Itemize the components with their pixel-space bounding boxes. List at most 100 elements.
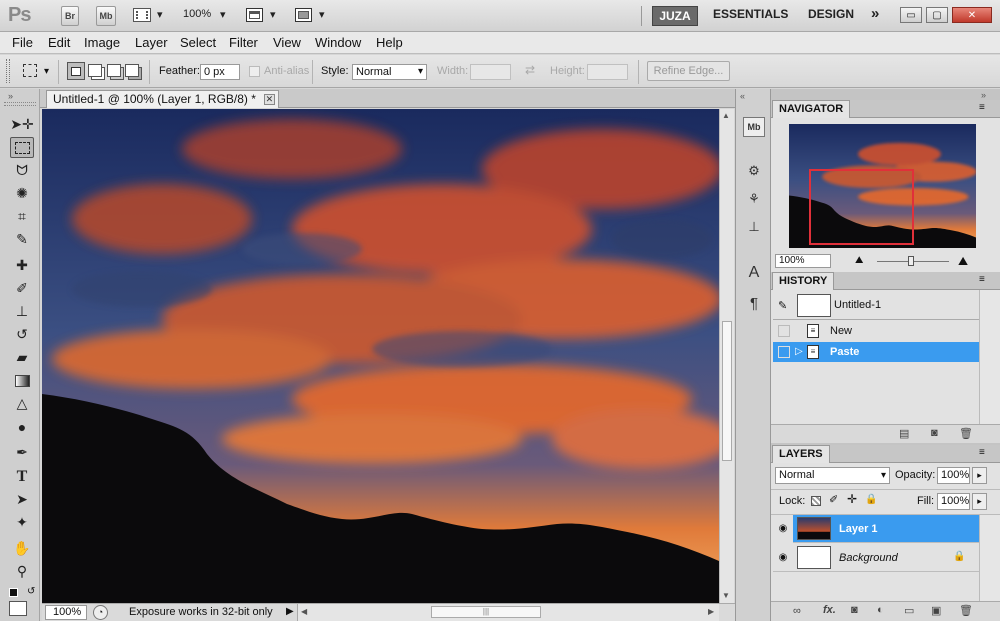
history-step-selected[interactable]: ▷ ≡ Paste [773, 342, 979, 362]
intersect-selection-icon[interactable] [125, 64, 139, 77]
character-panel-icon[interactable]: A [743, 263, 765, 283]
arrange-dropdown-icon[interactable]: ▾ [270, 8, 276, 21]
history-brush-source-icon[interactable]: ✎ [778, 299, 787, 312]
scroll-up-icon[interactable]: ▲ [722, 111, 730, 120]
path-select-icon[interactable]: ➤ [10, 489, 34, 510]
healing-icon[interactable]: ✚ [10, 255, 34, 276]
navigator-zoom-handle[interactable] [908, 256, 914, 266]
menu-file[interactable]: File [12, 35, 33, 50]
layer-visibility-eye-icon[interactable]: ◉ [773, 515, 793, 543]
blend-mode-select[interactable]: Normal ▾ [775, 467, 890, 484]
more-workspaces-icon[interactable]: » [871, 5, 879, 22]
style-select[interactable]: Normal ▾ [352, 64, 427, 80]
zoom-icon[interactable]: ⚲ [10, 561, 34, 582]
lock-transparent-icon[interactable] [811, 496, 821, 506]
clone-source-icon[interactable]: ⊥ [743, 217, 765, 237]
mini-bridge-button[interactable]: Mb [96, 6, 116, 26]
horizontal-scroll-thumb[interactable]: ||| [431, 606, 541, 618]
screen-mode-icon[interactable] [295, 8, 312, 22]
layer-visibility-eye-icon[interactable]: ◉ [773, 544, 793, 572]
menu-window[interactable]: Window [315, 35, 361, 50]
dock-expand-icon[interactable]: « [740, 91, 745, 101]
menu-edit[interactable]: Edit [48, 35, 70, 50]
refine-edge-button[interactable]: Refine Edge... [647, 61, 730, 81]
new-layer-icon[interactable]: ▣ [931, 604, 941, 617]
panels-collapse-icon[interactable]: » [981, 90, 986, 100]
zoom-in-icon[interactable]: ⛰ [958, 254, 968, 269]
pen-icon[interactable]: ✒ [10, 442, 34, 463]
workspace-juza[interactable]: JUZA [652, 6, 698, 26]
new-document-from-state-icon[interactable]: ▤ [899, 427, 909, 440]
navigator-thumbnail[interactable] [789, 124, 976, 248]
layers-scrollbar[interactable] [979, 515, 1000, 601]
brush-icon[interactable]: ✐ [10, 278, 34, 299]
restore-button[interactable]: ▢ [926, 7, 948, 23]
zoom-level[interactable]: 100% [183, 8, 211, 20]
navigator-menu-icon[interactable]: ≡ [979, 102, 985, 113]
workspace-design[interactable]: DESIGN [808, 7, 854, 21]
type-icon[interactable]: T [10, 466, 34, 487]
vertical-scrollbar[interactable]: ▲ ▼ [719, 109, 734, 603]
lasso-icon[interactable]: ᗢ [10, 160, 34, 181]
document-canvas[interactable] [42, 109, 719, 603]
width-input[interactable] [470, 64, 511, 80]
history-scrollbar[interactable] [979, 290, 1000, 424]
navigator-tab[interactable]: NAVIGATOR [772, 100, 851, 118]
crop-icon[interactable]: ⌗ [10, 206, 34, 227]
menu-layer[interactable]: Layer [135, 35, 168, 50]
navigator-viewbox[interactable] [809, 169, 914, 245]
feather-input[interactable]: 0 px [200, 64, 240, 80]
history-source-box[interactable] [778, 346, 790, 358]
height-input[interactable] [587, 64, 628, 80]
history-source-box[interactable] [778, 325, 790, 337]
workspace-essentials[interactable]: ESSENTIALS [713, 7, 788, 21]
antialias-checkbox[interactable] [249, 66, 260, 77]
background-color-swatch[interactable] [9, 601, 27, 616]
navigator-zoom-input[interactable]: 100% [775, 254, 831, 268]
horizontal-scrollbar[interactable]: ◀ ||| ▶ [297, 604, 719, 621]
fill-input[interactable]: 100% [937, 493, 970, 510]
status-zoom[interactable]: 100% [45, 605, 87, 620]
adjustment-layer-icon[interactable]: ◐ [877, 604, 884, 616]
subtract-from-selection-icon[interactable] [107, 64, 121, 77]
opacity-slider-icon[interactable]: ▸ [972, 467, 987, 484]
eyedropper-icon[interactable]: ✎ [10, 229, 34, 250]
close-document-icon[interactable]: ✕ [263, 94, 275, 105]
stamp-icon[interactable]: ⊥ [10, 301, 34, 322]
fill-slider-icon[interactable]: ▸ [972, 493, 987, 510]
bridge-button[interactable]: Br [61, 6, 79, 26]
zoom-dropdown-icon[interactable]: ▾ [220, 8, 226, 21]
arrange-documents-icon[interactable] [246, 8, 263, 22]
history-state-slider-icon[interactable]: ▷ [795, 342, 803, 362]
lock-all-icon[interactable]: 🔒 [865, 494, 877, 505]
vertical-scroll-thumb[interactable] [722, 321, 732, 461]
brush-presets-icon[interactable]: ⚙ [743, 161, 765, 181]
new-snapshot-icon[interactable]: ◙ [931, 427, 938, 439]
history-snapshot-row[interactable]: ✎ Untitled-1 [773, 292, 979, 320]
status-timer-icon[interactable]: ◔ [93, 605, 108, 620]
scroll-left-icon[interactable]: ◀ [301, 607, 307, 616]
scroll-down-icon[interactable]: ▼ [722, 591, 730, 600]
new-selection-icon[interactable] [67, 62, 85, 80]
mini-bridge-panel-icon[interactable]: Mb [743, 117, 765, 137]
link-layers-icon[interactable]: ∞ [793, 605, 801, 617]
menu-view[interactable]: View [273, 35, 301, 50]
brush-panel-icon[interactable]: ⚘ [743, 189, 765, 209]
opacity-input[interactable]: 100% [937, 467, 970, 484]
scroll-right-icon[interactable]: ▶ [708, 607, 714, 616]
layers-menu-icon[interactable]: ≡ [979, 447, 985, 458]
blur-icon[interactable]: △ [10, 393, 34, 414]
zoom-out-icon[interactable]: ⛰ [855, 255, 863, 266]
default-colors-icon[interactable] [9, 588, 18, 597]
eraser-icon[interactable]: ▰ [10, 347, 34, 368]
history-tab[interactable]: HISTORY [772, 272, 835, 290]
layer-mask-icon[interactable]: ◙ [851, 604, 858, 616]
marquee-icon[interactable] [10, 137, 34, 158]
lock-position-icon[interactable]: ✛ [847, 492, 857, 506]
delete-layer-icon[interactable]: 🗑 [959, 604, 973, 617]
minimize-button[interactable]: ▭ [900, 7, 922, 23]
history-menu-icon[interactable]: ≡ [979, 274, 985, 285]
quick-select-icon[interactable]: ✺ [10, 183, 34, 204]
screen-mode-dropdown-icon[interactable]: ▾ [319, 8, 325, 21]
hand-icon[interactable]: ✋ [10, 538, 34, 559]
